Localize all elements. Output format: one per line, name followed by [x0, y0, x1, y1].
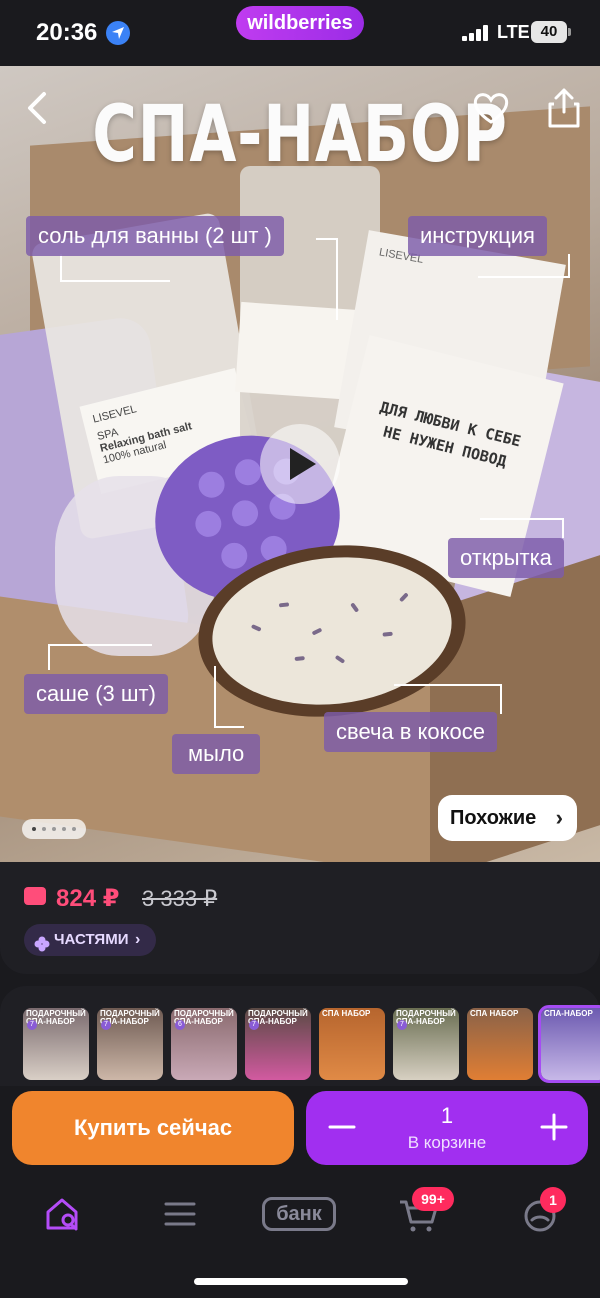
callout-line	[480, 518, 562, 520]
battery-tip	[568, 28, 571, 36]
product-image-gallery[interactable]: LISEVEL SPA Relaxing bath salt 100% natu…	[0, 66, 600, 862]
label-soap: мыло	[172, 734, 261, 774]
installments-button[interactable]: ЧАСТЯМИ ›	[24, 924, 156, 956]
status-time: 20:36	[36, 19, 98, 46]
home-indicator[interactable]	[194, 1278, 408, 1285]
label-sachet: саше (3 шт)	[24, 674, 168, 714]
profile-notification-badge: 1	[540, 1187, 566, 1213]
callout-line	[214, 726, 244, 728]
network-type: LTE	[497, 22, 530, 42]
callout-line	[562, 518, 564, 538]
location-arrow-icon	[106, 21, 130, 45]
battery-icon: 40	[531, 21, 567, 43]
callout-line	[568, 254, 570, 276]
callout-line	[394, 684, 500, 686]
label-instructions: инструкция	[408, 216, 547, 256]
cart-quantity: 1	[440, 1103, 454, 1128]
old-price: 3 333 ₽	[142, 886, 218, 911]
similar-button[interactable]: Похожие ›	[438, 795, 577, 841]
hero-title: СПА-НАБОР	[92, 90, 508, 180]
cart-quantity-control: 1 В корзине	[306, 1091, 588, 1165]
share-icon[interactable]	[544, 86, 584, 130]
decrease-quantity-button[interactable]	[326, 1109, 358, 1145]
callout-line	[336, 238, 338, 320]
callout-line	[48, 646, 50, 670]
thumbnail-badge: 7	[249, 1020, 259, 1030]
label-bath-salt: соль для ванны (2 шт )	[26, 216, 284, 256]
thumbnail-badge: 6	[175, 1020, 185, 1030]
favorite-heart-icon[interactable]	[470, 88, 512, 128]
callout-line	[478, 276, 570, 278]
back-arrow-icon[interactable]	[22, 88, 56, 128]
thumbnail-item[interactable]: СПА НАБОР	[319, 1008, 385, 1080]
label-postcard: открытка	[448, 538, 564, 578]
thumbnail-badge: 7	[101, 1020, 111, 1030]
catalog-menu-icon[interactable]	[156, 1192, 206, 1236]
in-cart-label: В корзине	[407, 1133, 487, 1152]
cart-count-badge: 99+	[412, 1187, 454, 1211]
thumbnail-item[interactable]: ПОДАРОЧНЫЙ СПА-НАБОР 7	[245, 1008, 311, 1080]
status-bar: 20:36 wildberries LTE 40	[0, 0, 600, 66]
chevron-right-icon: ›	[555, 805, 563, 830]
callout-line	[500, 684, 502, 714]
play-video-button[interactable]	[260, 424, 340, 504]
wildberries-logo[interactable]: wildberries	[236, 6, 364, 40]
gallery-pager	[22, 819, 86, 839]
thumbnail-badge: 7	[27, 1020, 37, 1030]
clover-icon	[34, 932, 50, 952]
bank-button[interactable]: банк	[262, 1197, 336, 1231]
label-candle: свеча в кокосе	[324, 712, 498, 752]
callout-line	[214, 666, 216, 728]
similar-label: Похожие	[450, 807, 537, 829]
callout-line	[316, 238, 336, 240]
chevron-right-icon: ›	[135, 931, 141, 948]
thumbnail-badge: 7	[397, 1020, 407, 1030]
callout-line	[48, 644, 152, 646]
increase-quantity-button[interactable]	[538, 1109, 570, 1145]
current-price: 824 ₽	[56, 885, 120, 912]
price-panel	[0, 862, 600, 974]
thumbnail-item[interactable]: СПА НАБОР	[467, 1008, 533, 1080]
thumbnail-title: СПА НАБОР	[470, 1009, 519, 1018]
wallet-icon	[24, 887, 46, 905]
thumbnail-item[interactable]: ПОДАРОЧНЫЙ СПА-НАБОР 7	[97, 1008, 163, 1080]
thumbnail-item[interactable]: ПОДАРОЧНЫЙ СПА-НАБОР 7	[393, 1008, 459, 1080]
thumbnail-item[interactable]: СПА-НАБОР	[538, 1005, 600, 1083]
callout-line	[60, 254, 62, 282]
thumbnail-title: СПА НАБОР	[322, 1009, 371, 1018]
thumbnail-item[interactable]: ПОДАРОЧНЫЙ СПА-НАБОР 6	[171, 1008, 237, 1080]
cellular-signal-icon	[462, 25, 492, 41]
home-search-icon[interactable]	[40, 1192, 90, 1236]
thumbnail-item[interactable]: ПОДАРОЧНЫЙ СПА-НАБОР 7	[23, 1008, 89, 1080]
buy-now-button[interactable]: Купить сейчас	[12, 1091, 294, 1165]
callout-line	[60, 280, 170, 282]
thumbnail-title: СПА-НАБОР	[544, 1009, 593, 1018]
installments-label: ЧАСТЯМИ	[54, 931, 129, 948]
